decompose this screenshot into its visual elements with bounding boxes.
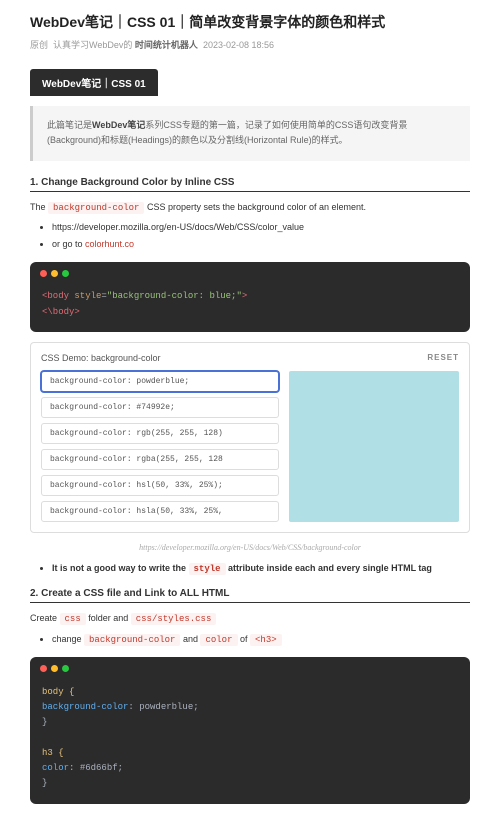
intro-block: 此篇笔记是WebDev笔记系列CSS专题的第一篇，记录了如何使用简单的CSS语句… — [30, 106, 470, 161]
code-inline: background-color — [48, 202, 144, 214]
reset-button[interactable]: RESET — [427, 353, 459, 363]
demo-option[interactable]: background-color: rgba(255, 255, 128 — [41, 449, 279, 470]
color-preview-swatch — [289, 371, 459, 522]
list-item: https://developer.mozilla.org/en-US/docs… — [52, 221, 470, 235]
window-controls — [30, 262, 470, 285]
list-item: or go to colorhunt.co — [52, 238, 470, 252]
series-badge: WebDev笔记｜CSS 01 — [30, 69, 158, 96]
list-item: It is not a good way to write the style … — [52, 562, 470, 577]
figure-caption: https://developer.mozilla.org/en-US/docs… — [30, 543, 470, 552]
window-controls — [30, 657, 470, 680]
paragraph: Create css folder and css/styles.css — [30, 611, 470, 626]
demo-title: CSS Demo: background-color — [41, 353, 161, 363]
section-heading-1: 1. Change Background Color by Inline CSS — [30, 177, 470, 192]
code-block: <body style="background-color: blue;"> <… — [30, 262, 470, 332]
list-item: change background-color and color of <h3… — [52, 633, 470, 648]
external-link[interactable]: colorhunt.co — [85, 239, 134, 249]
demo-option[interactable]: background-color: hsl(50, 33%, 25%); — [41, 475, 279, 496]
code-block: body { background-color: powderblue; } h… — [30, 657, 470, 803]
demo-option[interactable]: background-color: powderblue; — [41, 371, 279, 392]
demo-option[interactable]: background-color: rgb(255, 255, 128) — [41, 423, 279, 444]
section-heading-2: 2. Create a CSS file and Link to ALL HTM… — [30, 588, 470, 603]
page-title: WebDev笔记｜CSS 01｜简单改变背景字体的颜色和样式 — [30, 12, 470, 32]
demo-option[interactable]: background-color: hsla(50, 33%, 25%, — [41, 501, 279, 522]
demo-option[interactable]: background-color: #74992e; — [41, 397, 279, 418]
css-demo-panel: CSS Demo: background-color RESET backgro… — [30, 342, 470, 533]
meta-line: 原创 认真学习WebDev的 时间统计机器人 2023-02-08 18:56 — [30, 38, 470, 51]
paragraph: The background-color CSS property sets t… — [30, 200, 470, 215]
